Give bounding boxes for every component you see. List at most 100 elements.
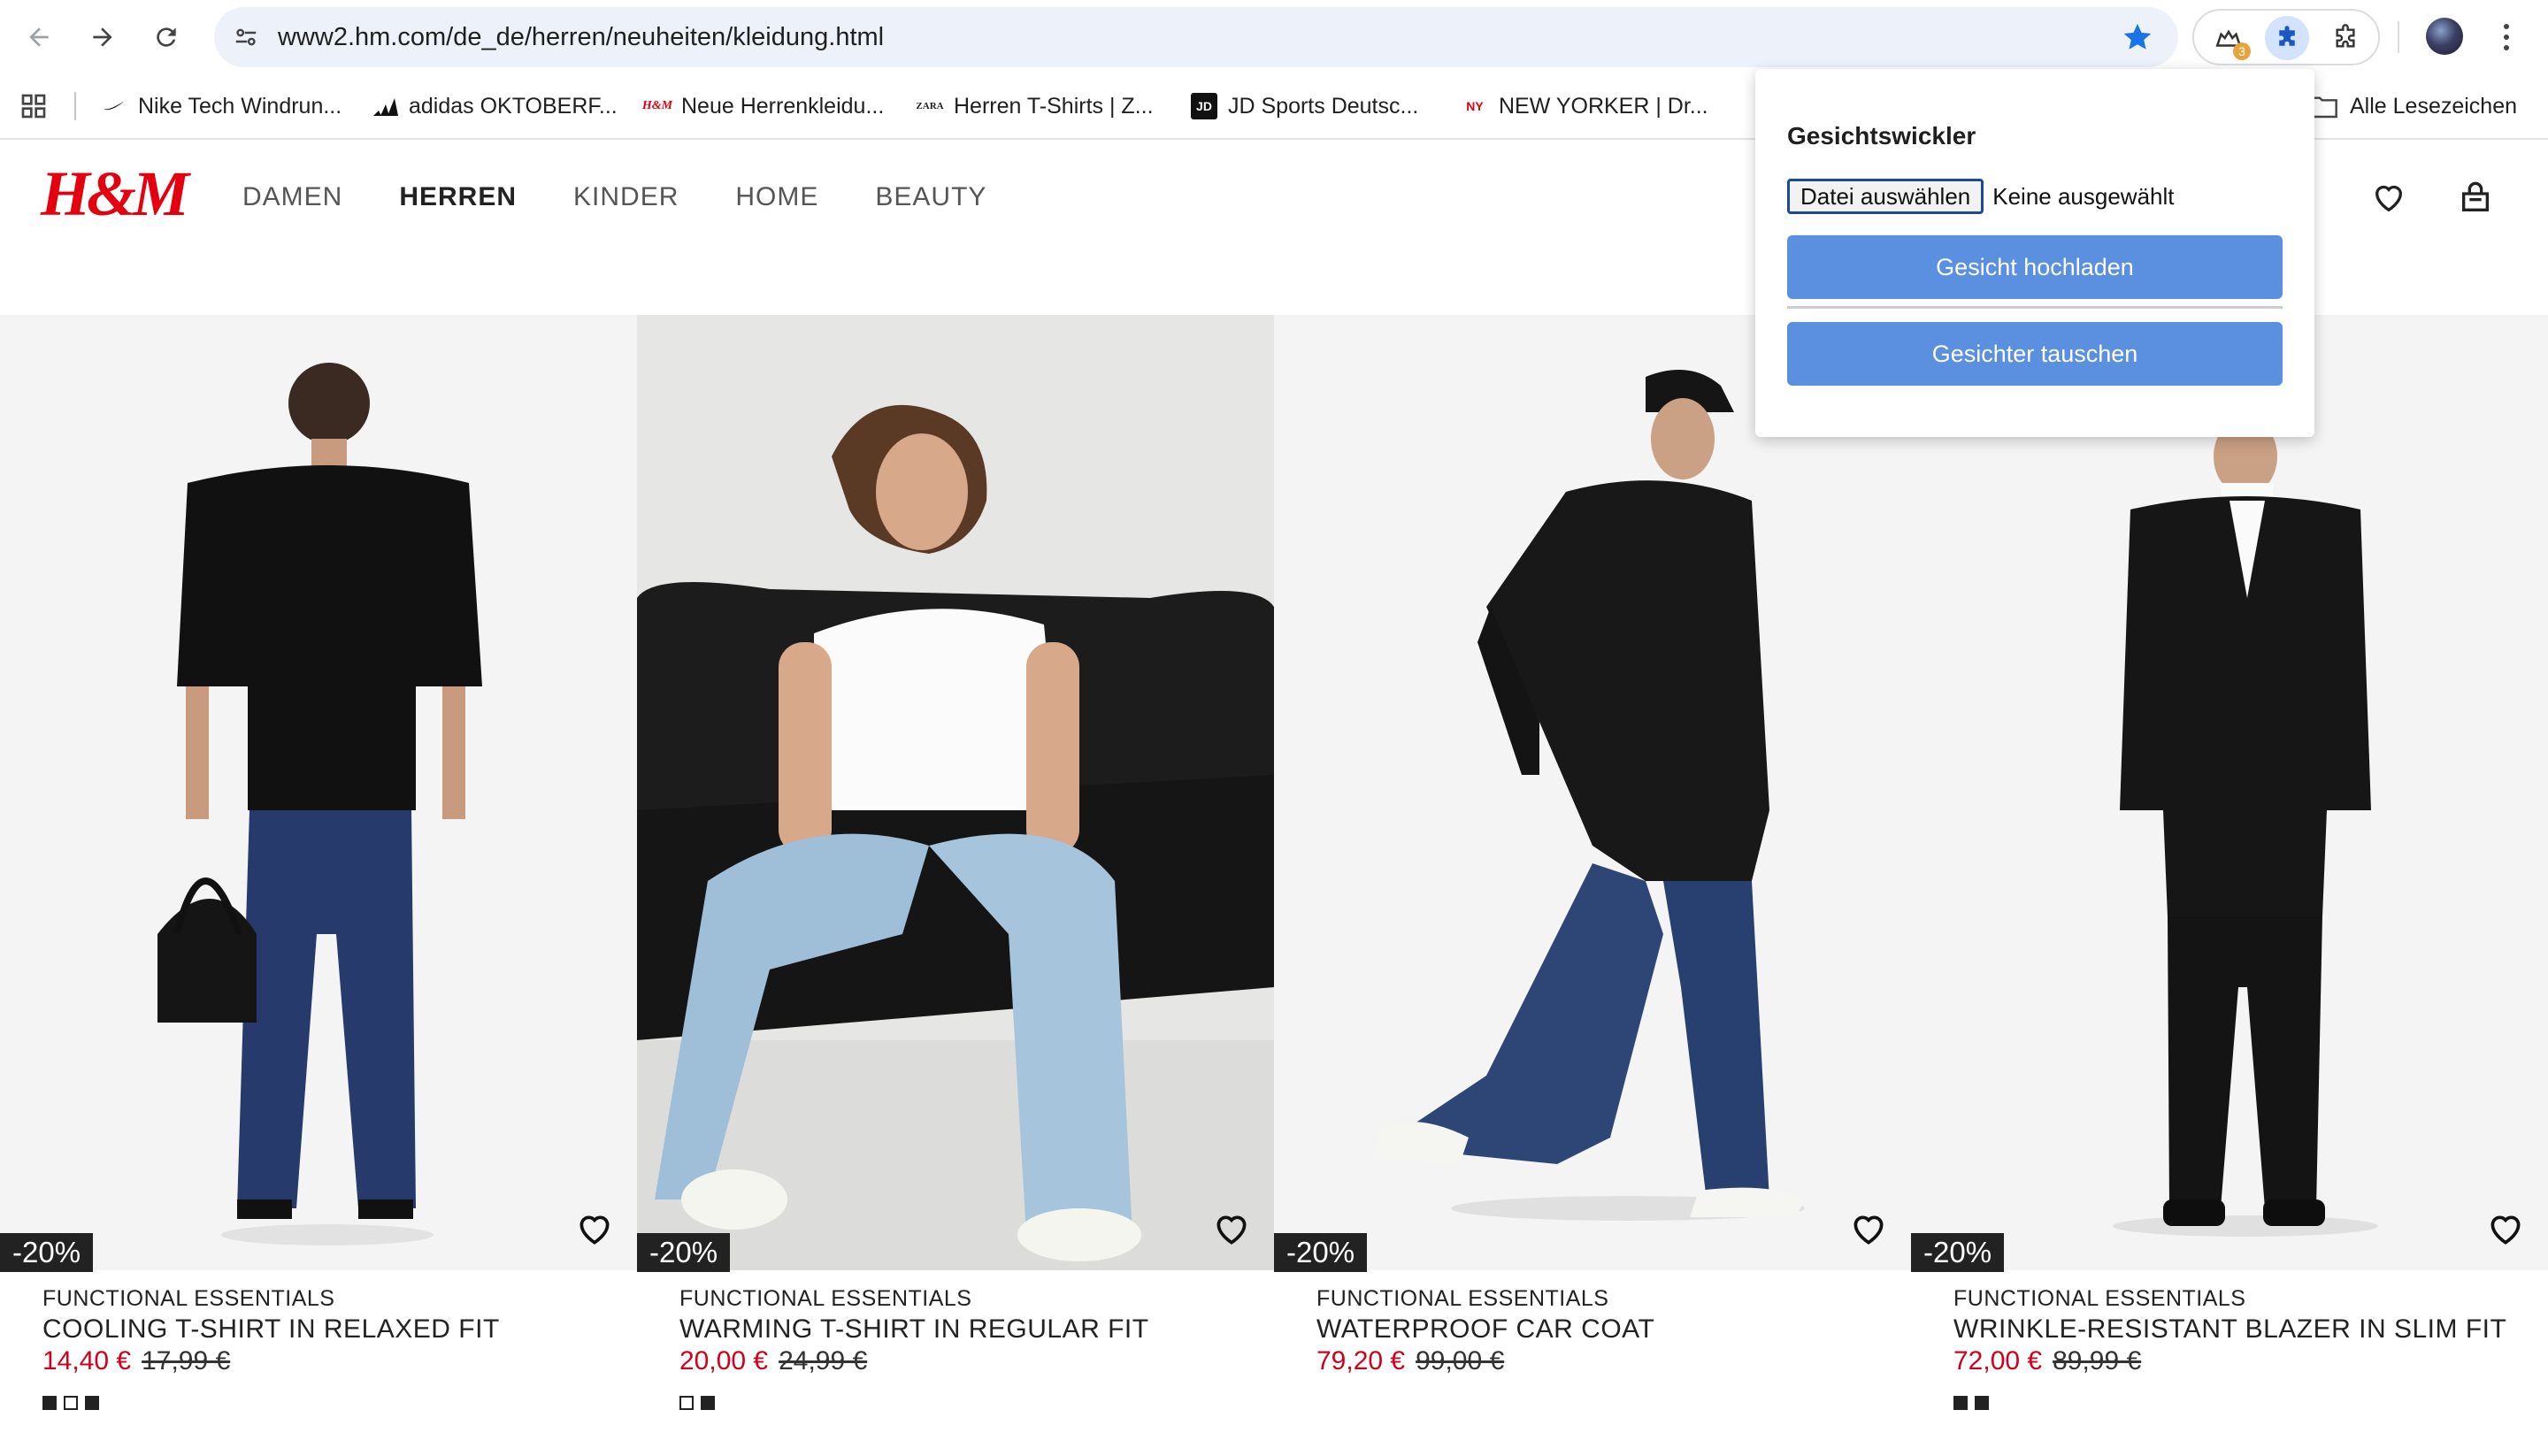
bookmark-nike[interactable]: Nike Tech Windrun... (101, 85, 342, 127)
forward-button[interactable] (83, 18, 122, 57)
nike-swoosh-icon (101, 93, 127, 119)
product-image[interactable] (0, 315, 637, 1270)
choose-file-button[interactable]: Datei auswählen (1787, 179, 1984, 214)
product-brand: FUNCTIONAL ESSENTIALS (679, 1286, 972, 1311)
arrow-left-icon (29, 27, 49, 47)
extension-popup: Gesichtswickler Datei auswählen Keine au… (1755, 69, 2314, 437)
bookmark-label: Neue Herrenkleidu... (681, 93, 885, 119)
zara-icon: ZARA (916, 101, 944, 111)
color-swatch[interactable] (42, 1396, 57, 1410)
favorite-heart-icon[interactable] (1849, 1210, 1888, 1249)
nav-herren[interactable]: HERREN (399, 182, 517, 212)
nav-home[interactable]: HOME (735, 182, 818, 212)
extensions-group: 3 (2192, 9, 2380, 65)
site-settings-icon[interactable] (228, 19, 264, 55)
product-image[interactable] (1911, 315, 2548, 1270)
product-image[interactable] (637, 315, 1274, 1270)
product-price: 72,00 € 89,99 € (1953, 1346, 2141, 1376)
bookmark-zara[interactable]: ZARA Herren T-Shirts | Z... (916, 85, 1154, 127)
color-swatch[interactable] (701, 1396, 715, 1410)
discount-badge: -20% (1911, 1233, 2005, 1272)
arrow-right-icon (93, 27, 112, 47)
color-swatch[interactable] (64, 1396, 78, 1410)
nav-kinder[interactable]: KINDER (573, 182, 679, 212)
puzzle-piece-icon (2279, 26, 2295, 46)
address-bar[interactable]: www2.hm.com/de_de/herren/neuheiten/kleid… (214, 7, 2178, 67)
favorite-heart-icon[interactable] (1212, 1210, 1251, 1249)
extensions-menu-button[interactable] (2323, 16, 2368, 60)
product-price: 14,40 € 17,99 € (42, 1346, 230, 1376)
bookmark-hm[interactable]: H&M Neue Herrenkleidu... (642, 85, 885, 127)
newyorker-icon: NY (1466, 99, 1484, 113)
bookmark-label: NEW YORKER | Dr... (1499, 93, 1708, 119)
discount-badge: -20% (0, 1233, 94, 1272)
url-text[interactable]: www2.hm.com/de_de/herren/neuheiten/kleid… (278, 7, 884, 67)
product-card[interactable]: -20% FUNCTIONAL ESSENTIALS WRINKLE-RESIS… (1911, 315, 2548, 1456)
popup-divider (1787, 306, 2283, 309)
product-card[interactable]: -20% FUNCTIONAL ESSENTIALS WARMING T-SHI… (637, 315, 1274, 1456)
color-swatch[interactable] (679, 1396, 694, 1410)
sale-price: 20,00 € (679, 1346, 769, 1376)
back-button[interactable] (19, 18, 58, 57)
browser-menu-button[interactable] (2493, 18, 2520, 57)
file-input-row: Datei auswählen Keine ausgewählt (1787, 179, 2175, 214)
shopping-bag-icon[interactable] (2458, 180, 2493, 216)
color-swatches (1953, 1396, 1989, 1410)
color-swatch[interactable] (1975, 1396, 1989, 1410)
favorite-heart-icon[interactable] (2486, 1210, 2525, 1249)
nav-damen[interactable]: DAMEN (242, 182, 342, 212)
color-swatches (679, 1396, 715, 1410)
product-card[interactable]: -20% FUNCTIONAL ESSENTIALS COOLING T-SHI… (0, 315, 637, 1456)
product-image[interactable] (1274, 315, 1911, 1270)
product-brand: FUNCTIONAL ESSENTIALS (42, 1286, 335, 1311)
favorite-heart-icon[interactable] (575, 1210, 614, 1249)
bookmark-adidas[interactable]: adidas OKTOBERF... (372, 85, 618, 127)
color-swatch[interactable] (85, 1396, 99, 1410)
bookmark-star-icon[interactable] (2122, 21, 2153, 53)
profile-avatar[interactable] (2426, 18, 2463, 55)
color-swatches (42, 1396, 99, 1410)
bookmark-jd[interactable]: JD JD Sports Deutsc... (1191, 85, 1418, 127)
file-status-text: Keine ausgewählt (1992, 182, 2175, 210)
sale-price: 14,40 € (42, 1346, 132, 1376)
reload-icon (157, 27, 176, 47)
bookmark-label: Nike Tech Windrun... (138, 93, 342, 119)
product-card[interactable]: -20% FUNCTIONAL ESSENTIALS WATERPROOF CA… (1274, 315, 1911, 1456)
swap-faces-button[interactable]: Gesichter tauschen (1787, 322, 2283, 386)
original-price: 99,00 € (1416, 1346, 1505, 1376)
bookmark-label: Herren T-Shirts | Z... (954, 93, 1154, 119)
puzzle-outline-icon (2336, 24, 2355, 48)
original-price: 17,99 € (142, 1346, 231, 1376)
bookmark-label: adidas OKTOBERF... (409, 93, 618, 119)
main-navigation: DAMEN HERREN KINDER HOME BEAUTY (242, 182, 1043, 212)
sale-price: 79,20 € (1316, 1346, 1406, 1376)
product-price: 20,00 € 24,99 € (679, 1346, 867, 1376)
discount-badge: -20% (637, 1233, 731, 1272)
original-price: 24,99 € (779, 1346, 868, 1376)
hm-logo[interactable]: H&M (41, 157, 189, 231)
extension-button-active[interactable] (2265, 16, 2309, 60)
browser-toolbar: www2.hm.com/de_de/herren/neuheiten/kleid… (0, 0, 2548, 73)
color-swatch[interactable] (1953, 1396, 1968, 1410)
adidas-icon (372, 93, 398, 119)
nav-beauty[interactable]: BEAUTY (875, 182, 986, 212)
header-icons (2371, 180, 2493, 216)
extension-button-1[interactable]: 3 (2206, 16, 2251, 60)
product-title[interactable]: WARMING T-SHIRT IN REGULAR FIT (679, 1314, 1149, 1345)
all-bookmarks-folder[interactable]: Alle Lesezeichen (2309, 85, 2517, 127)
all-bookmarks-label: Alle Lesezeichen (2350, 93, 2518, 119)
wishlist-heart-icon[interactable] (2371, 180, 2406, 216)
product-title[interactable]: WATERPROOF CAR COAT (1316, 1314, 1654, 1345)
upload-face-button[interactable]: Gesicht hochladen (1787, 235, 2283, 299)
popup-title: Gesichtswickler (1787, 122, 1976, 149)
product-brand: FUNCTIONAL ESSENTIALS (1316, 1286, 1609, 1311)
jd-icon: JD (1191, 93, 1217, 119)
extension-badge: 3 (2233, 42, 2251, 60)
bookmark-newyorker[interactable]: NY NEW YORKER | Dr... (1462, 85, 1708, 127)
product-brand: FUNCTIONAL ESSENTIALS (1953, 1286, 2246, 1311)
product-title[interactable]: WRINKLE-RESISTANT BLAZER IN SLIM FIT (1953, 1314, 2506, 1345)
apps-grid-icon[interactable] (19, 92, 48, 120)
reload-button[interactable] (147, 18, 186, 57)
product-title[interactable]: COOLING T-SHIRT IN RELAXED FIT (42, 1314, 500, 1345)
product-price: 79,20 € 99,00 € (1316, 1346, 1504, 1376)
